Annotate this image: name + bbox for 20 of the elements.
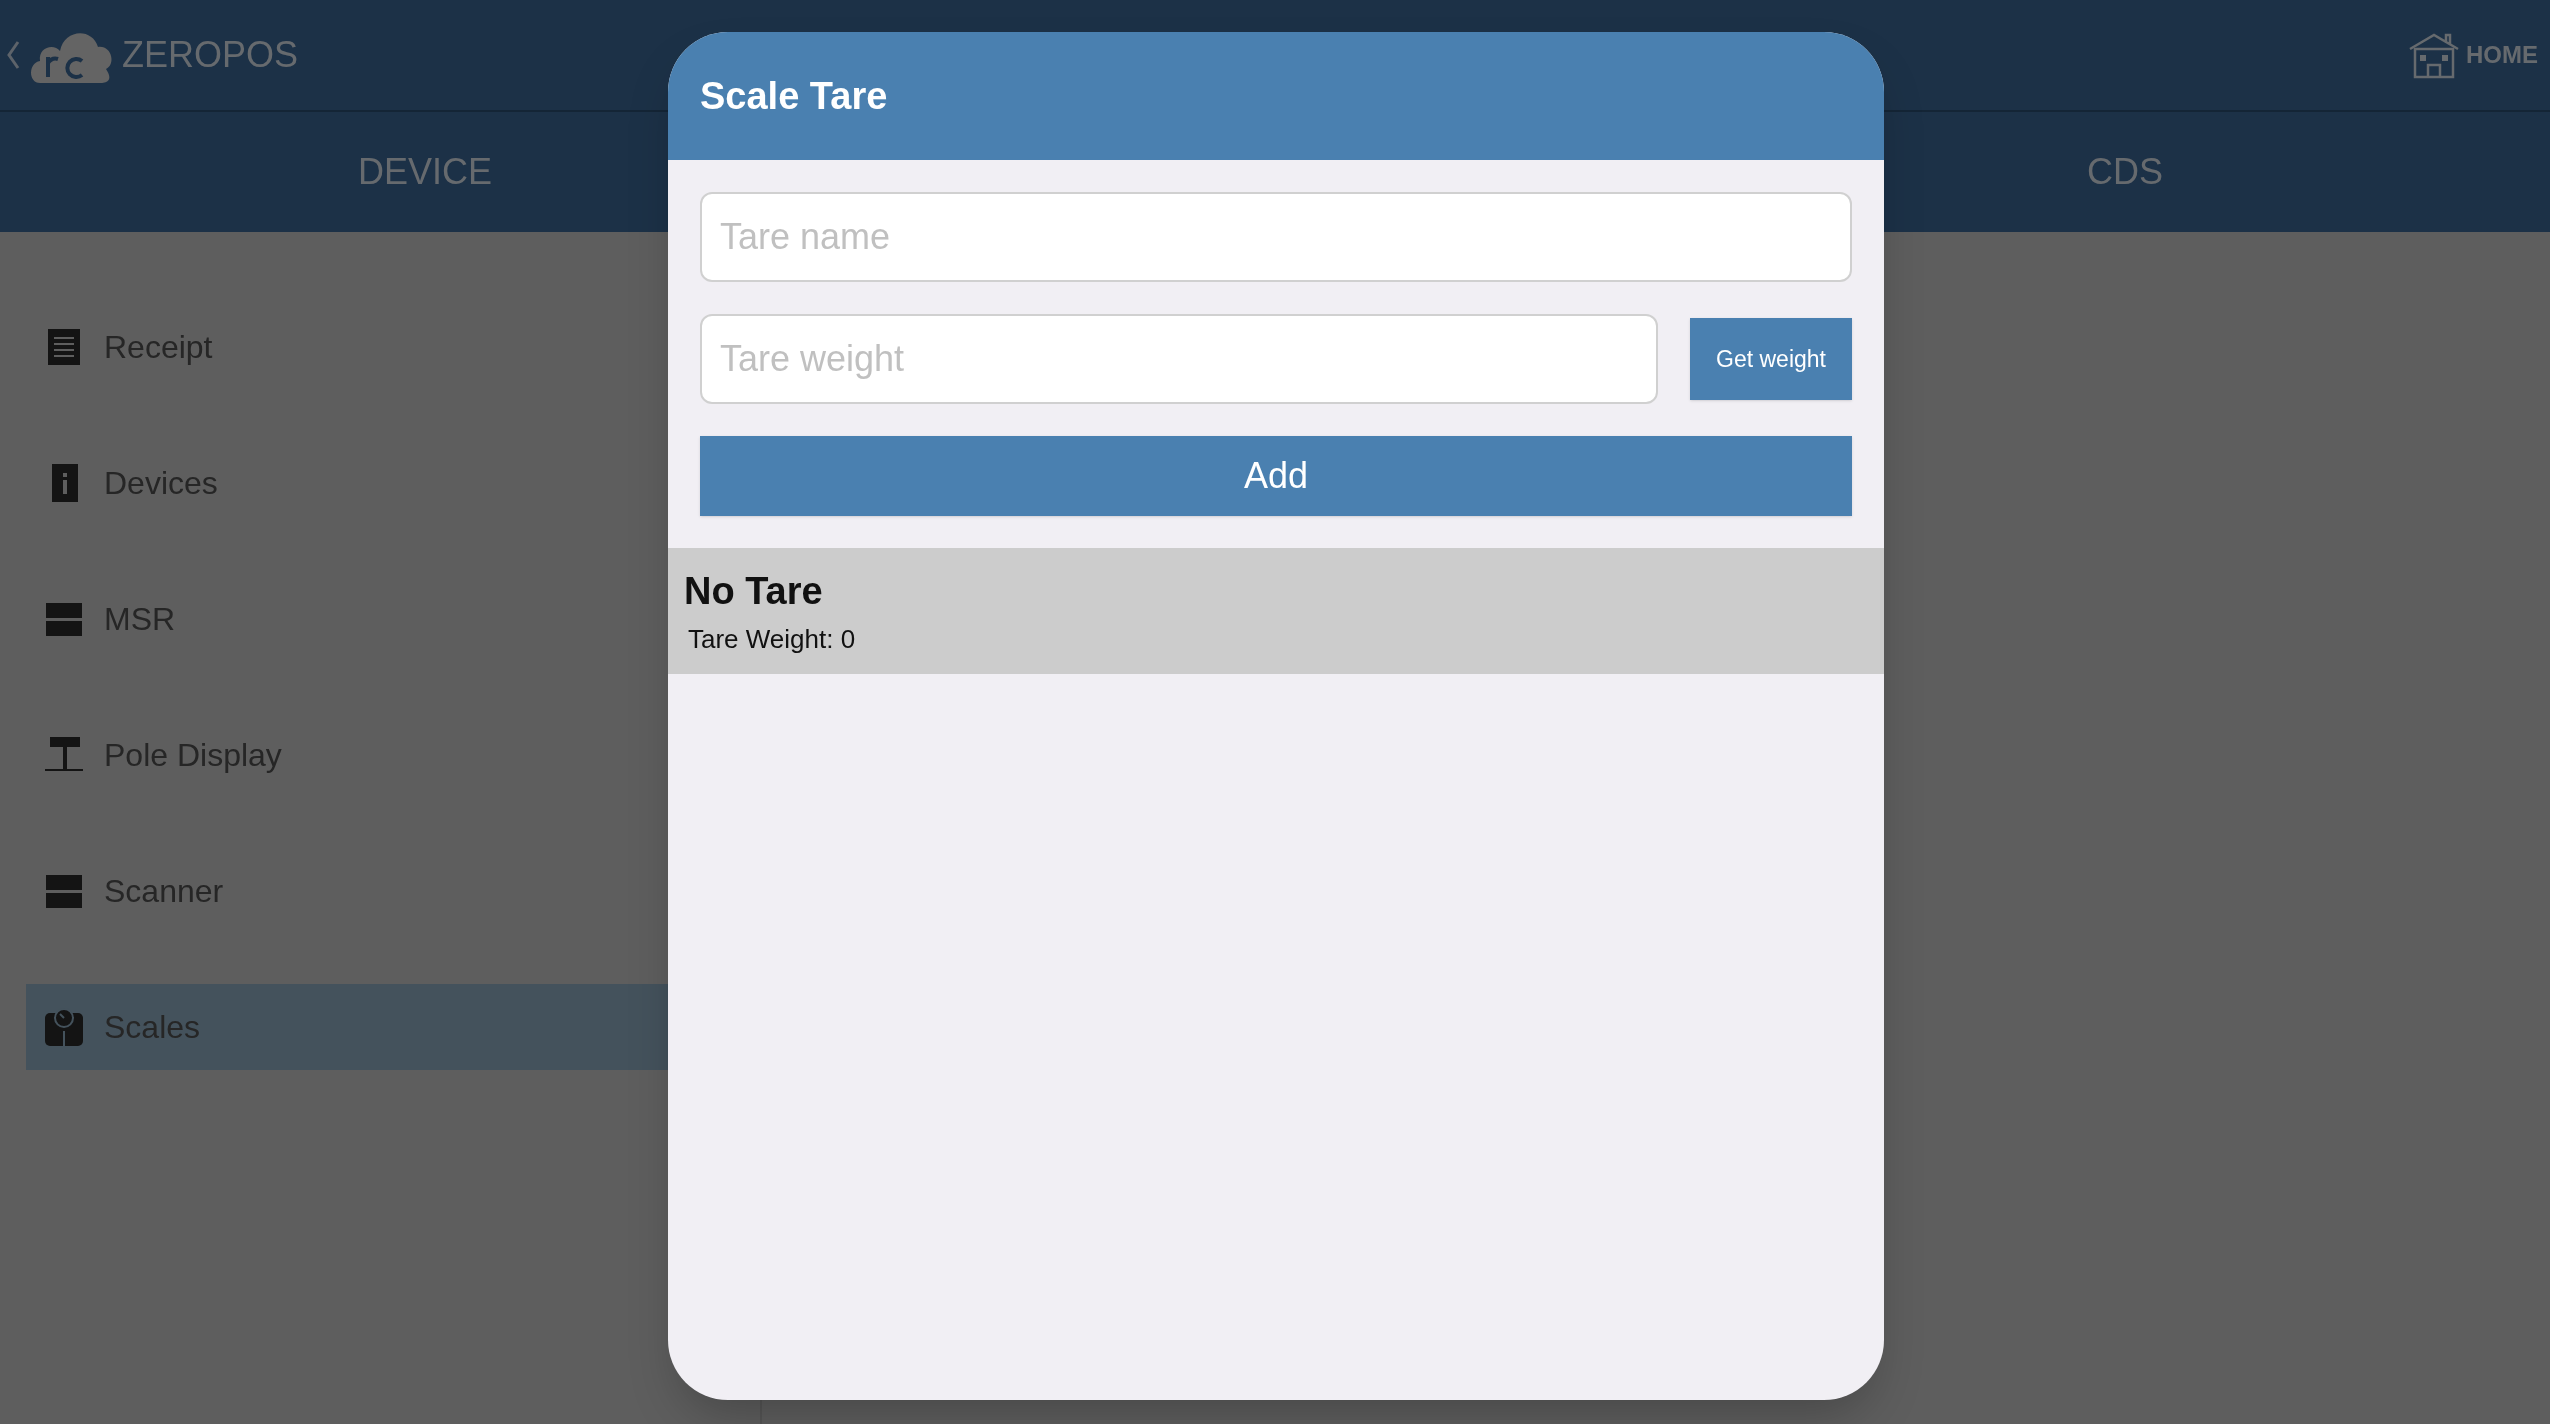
get-weight-button[interactable]: Get weight bbox=[1690, 318, 1852, 400]
tare-weight-field[interactable]: Tare weight bbox=[700, 314, 1658, 404]
sidebar-item[interactable]: Scanner bbox=[26, 848, 668, 934]
app-title: ZEROPOS bbox=[122, 33, 299, 77]
sidebar-item[interactable]: MSR bbox=[26, 576, 668, 662]
tare-list-item[interactable]: No Tare Tare Weight: 0 bbox=[668, 548, 1884, 674]
sidebar-item[interactable]: Devices bbox=[26, 440, 668, 526]
tab[interactable]: DEVICE bbox=[347, 145, 502, 199]
house-icon bbox=[2408, 31, 2460, 79]
tare-name: No Tare bbox=[684, 569, 824, 614]
back-chevron-icon[interactable] bbox=[6, 40, 20, 70]
sidebar-item[interactable]: Receipt bbox=[26, 304, 668, 390]
sidebar-item[interactable]: Pole Display bbox=[26, 712, 668, 798]
scale-icon bbox=[44, 1007, 84, 1047]
tare-name-field[interactable]: Tare name bbox=[700, 192, 1852, 282]
dialog-title: Scale Tare bbox=[700, 73, 888, 119]
add-button[interactable]: Add bbox=[700, 436, 1852, 516]
home-button[interactable]: HOME bbox=[2408, 31, 2544, 79]
tab[interactable]: CDS bbox=[2077, 145, 2173, 199]
tare-weight-text: Tare Weight: 0 bbox=[687, 623, 857, 656]
